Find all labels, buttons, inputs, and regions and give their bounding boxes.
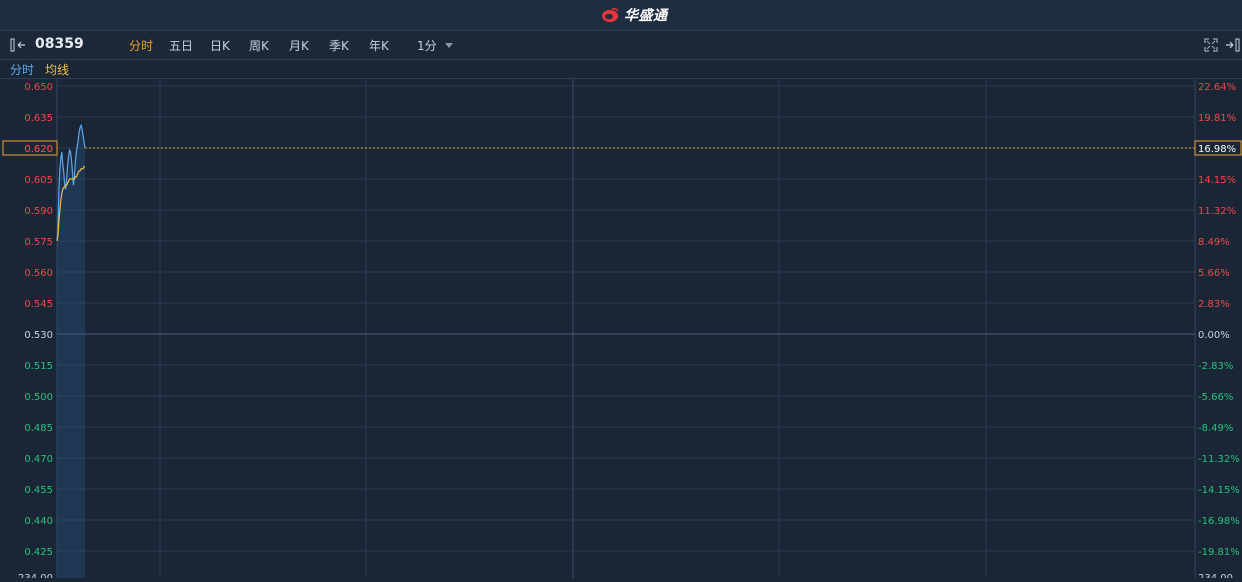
- percent-tick-label: 19.81%: [1198, 113, 1236, 124]
- price-tick-label: 0.560: [24, 268, 53, 279]
- price-tick-label: 0.545: [24, 299, 53, 310]
- price-tick-label: 0.635: [24, 113, 53, 124]
- brand-logo-icon: [602, 7, 619, 22]
- price-tick-label: 0.530: [24, 330, 53, 341]
- price-tick-label: 0.425: [24, 547, 53, 558]
- volume-axis-label-right: 234.00: [1198, 573, 1233, 578]
- percent-tick-label: -16.98%: [1198, 516, 1240, 527]
- chart-toolbar: 08359 分时 五日 日K 周K 月K 季K 年K 1分: [0, 31, 1242, 60]
- fullscreen-icon[interactable]: [1204, 38, 1218, 52]
- chart-area[interactable]: 0.650 22.64% 0.635 19.81% 0.620 16.98% 0.605 14…: [0, 79, 1242, 582]
- price-tick-label: 0.485: [24, 423, 53, 434]
- price-tick-label: 0.650: [24, 82, 53, 93]
- percent-tick-label: -2.83%: [1198, 361, 1233, 372]
- price-tick-label: 0.470: [24, 454, 53, 465]
- collapse-right-icon[interactable]: [1225, 38, 1241, 52]
- percent-tick-label: -11.32%: [1198, 454, 1240, 465]
- legend-price: 分时: [10, 63, 35, 77]
- price-tick-label: 0.440: [24, 516, 53, 527]
- percent-tick-label: 8.49%: [1198, 237, 1230, 248]
- percent-tick-label: -8.49%: [1198, 423, 1233, 434]
- interval-select[interactable]: 1分: [417, 37, 437, 54]
- tab-intraday[interactable]: 分时: [129, 37, 153, 54]
- percent-tick-label: -5.66%: [1198, 392, 1233, 403]
- tab-monthly-k[interactable]: 月K: [289, 37, 309, 54]
- tab-five-day[interactable]: 五日: [169, 37, 193, 54]
- intraday-chart[interactable]: 0.650 22.64% 0.635 19.81% 0.620 16.98% 0.605 14…: [0, 79, 1242, 582]
- price-area-fill: [57, 125, 85, 579]
- stock-code: 08359: [35, 36, 84, 52]
- chart-legend: 分时 均线: [0, 60, 1242, 79]
- tab-weekly-k[interactable]: 周K: [249, 37, 269, 54]
- brand-name: 华盛通: [624, 8, 668, 24]
- tab-yearly-k[interactable]: 年K: [369, 37, 389, 54]
- volume-axis-label-left: 234.00: [18, 573, 53, 578]
- price-tick-label: 0.515: [24, 361, 53, 372]
- chevron-down-icon[interactable]: [445, 43, 453, 48]
- price-tick-label: 0.590: [24, 206, 53, 217]
- tab-quarterly-k[interactable]: 季K: [329, 37, 349, 54]
- current-percent-label: 16.98%: [1198, 144, 1236, 155]
- current-price-label: 0.620: [24, 144, 53, 155]
- legend-average: 均线: [45, 63, 70, 77]
- price-tick-label: 0.605: [24, 175, 53, 186]
- percent-tick-label: 11.32%: [1198, 206, 1236, 217]
- brand: 华盛通: [600, 6, 668, 24]
- title-bar: 华盛通: [0, 0, 1242, 31]
- percent-tick-label: 5.66%: [1198, 268, 1230, 279]
- tab-daily-k[interactable]: 日K: [210, 37, 230, 54]
- percent-tick-label: 14.15%: [1198, 175, 1236, 186]
- collapse-left-icon[interactable]: [10, 38, 28, 52]
- price-tick-label: 0.455: [24, 485, 53, 496]
- price-tick-label: 0.500: [24, 392, 53, 403]
- percent-tick-label: 22.64%: [1198, 82, 1236, 93]
- percent-tick-label: -19.81%: [1198, 547, 1240, 558]
- percent-tick-label: 0.00%: [1198, 330, 1230, 341]
- price-tick-label: 0.575: [24, 237, 53, 248]
- percent-tick-label: 2.83%: [1198, 299, 1230, 310]
- percent-tick-label: -14.15%: [1198, 485, 1240, 496]
